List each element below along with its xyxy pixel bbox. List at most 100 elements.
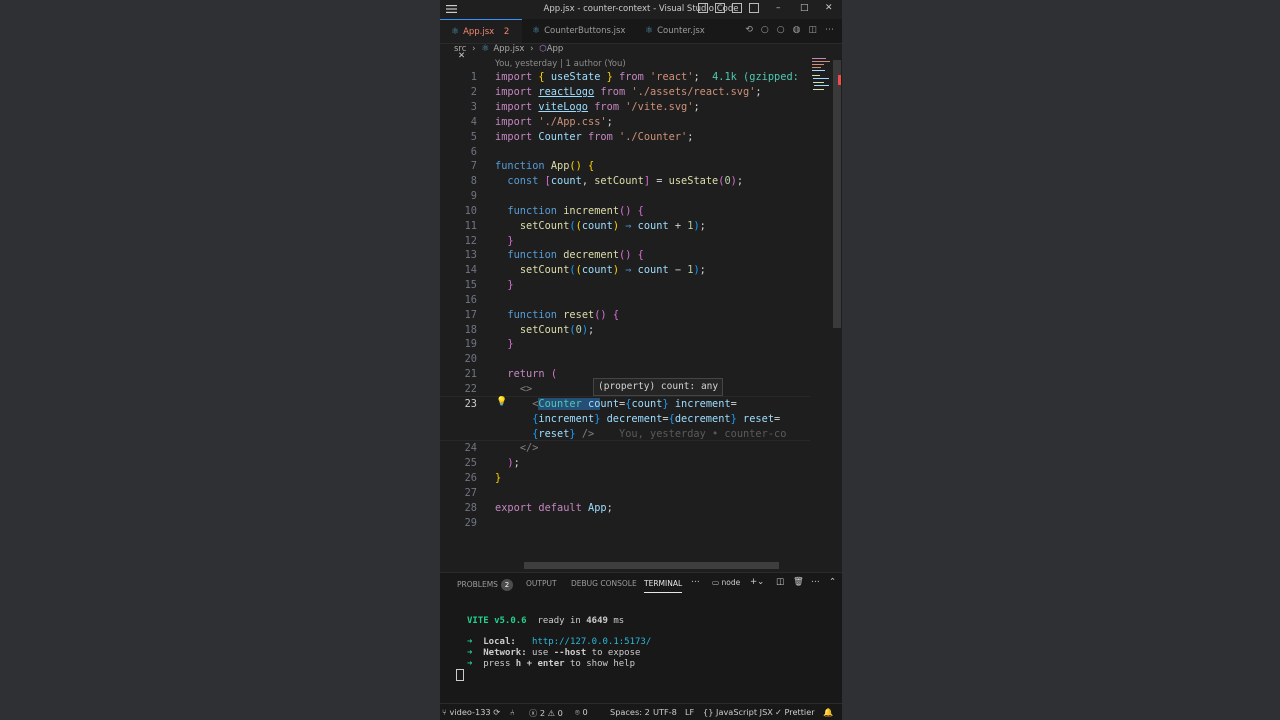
braces-icon: {} — [703, 707, 714, 717]
code-line: } — [507, 235, 514, 247]
ports-status[interactable]: ⌾ 0 — [575, 707, 588, 718]
line-number: 21 — [464, 368, 477, 380]
source-control-icon[interactable]: ◍ — [793, 25, 801, 35]
lightbulb-icon[interactable]: 💡 — [496, 397, 507, 407]
terminal-icon: ▭ — [712, 578, 720, 587]
code-line: } — [507, 279, 514, 291]
line-number: 27 — [464, 487, 477, 499]
eol-status[interactable]: LF — [685, 707, 694, 717]
maximize-panel-icon[interactable]: ⌃ — [829, 577, 836, 587]
line-number: 17 — [464, 309, 477, 321]
line-number: 3 — [470, 101, 477, 113]
terminal-line: VITE v5.0.6 ready in 4649 ms — [467, 616, 625, 626]
encoding-status[interactable]: UTF-8 — [653, 707, 677, 717]
line-number: 19 — [464, 338, 477, 350]
terminal-selector[interactable]: ▭ node — [712, 578, 740, 587]
horizontal-scrollbar[interactable] — [524, 562, 779, 569]
customize-layout-icon[interactable] — [749, 3, 759, 13]
codelens-blame[interactable]: You, yesterday | 1 author (You) — [495, 59, 626, 69]
more-actions-icon[interactable]: ⋯ — [825, 25, 834, 35]
code-line: <> — [519, 383, 533, 395]
code-line: function App() { — [495, 160, 595, 172]
git-graph-icon[interactable]: ⑃ — [510, 707, 515, 717]
line-number: 26 — [464, 472, 477, 484]
tab-counter-jsx[interactable]: ⚛ Counter.jsx — [645, 19, 705, 43]
terminal-line: ➜ press h + enter to show help — [467, 659, 636, 669]
line-number: 1 — [470, 71, 477, 83]
go-back-icon[interactable]: ○ — [761, 25, 769, 35]
code-editor[interactable]: 1 2 3 4 5 6 7 8 9 10 11 12 13 14 15 16 1… — [440, 70, 810, 562]
tab-debug-console[interactable]: DEBUG CONSOLE — [571, 579, 637, 588]
sync-icon: ⟳ — [493, 707, 501, 717]
code-line: import Counter from './Counter'; — [495, 131, 694, 143]
bell-icon[interactable]: 🔔 — [823, 707, 833, 718]
error-icon: ⓧ — [529, 708, 538, 718]
code-line: function increment() { — [507, 205, 644, 217]
line-number: 6 — [470, 146, 477, 158]
split-terminal-icon[interactable]: ◫ — [776, 577, 784, 587]
react-icon: ⚛ — [451, 27, 460, 37]
terminal-cursor — [456, 669, 464, 681]
toggle-panel-icon[interactable] — [715, 3, 725, 13]
language-status[interactable]: {} JavaScript JSX — [703, 707, 773, 717]
split-editor-icon[interactable]: ◫ — [808, 25, 817, 35]
code-line: function reset() { — [507, 309, 620, 321]
chevron-right-icon: › — [530, 44, 534, 54]
problems-status[interactable]: ⓧ 2 ⚠ 0 — [529, 707, 563, 719]
line-number: 18 — [464, 324, 477, 336]
branch-status[interactable]: ⑂ video-133 ⟳ — [442, 707, 500, 717]
toggle-secondary-sidebar-icon[interactable] — [732, 3, 742, 13]
code-line: ); — [507, 457, 520, 469]
symbol-cube-icon: ⬡ — [539, 44, 547, 54]
go-forward-icon[interactable]: ○ — [777, 25, 785, 35]
chevron-right-icon: › — [472, 44, 476, 54]
breadcrumb: src › ⚛ App.jsx › ⬡App — [454, 44, 563, 54]
more-icon[interactable]: ⋯ — [691, 577, 700, 587]
new-terminal-icon[interactable]: +⌄ — [750, 577, 764, 587]
tab-counterbuttons-jsx[interactable]: ⚛ CounterButtons.jsx — [532, 19, 625, 43]
breadcrumb-symbol[interactable]: App — [547, 44, 564, 54]
maximize-icon[interactable]: □ — [800, 3, 809, 13]
code-line: return ( — [507, 368, 558, 380]
line-number: 22 — [464, 383, 477, 395]
code-line: </> — [519, 442, 539, 454]
minimize-icon[interactable]: – — [776, 3, 781, 13]
code-line: setCount((count) ⇒ count − 1); — [519, 264, 706, 276]
broadcast-icon: ⌾ — [575, 707, 580, 717]
line-number: 25 — [464, 457, 477, 469]
code-line: function decrement() { — [507, 249, 644, 261]
line-number: 13 — [464, 249, 477, 261]
timeline-icon[interactable]: ⟲ — [745, 25, 753, 35]
error-marker — [838, 75, 841, 85]
editor-tabs: ⚛ App.jsx 2 ✕ ⚛ CounterButtons.jsx ⚛ Counte… — [440, 19, 842, 61]
indentation-status[interactable]: Spaces: 2 — [610, 707, 650, 717]
tab-problems[interactable]: PROBLEMS 2 — [457, 579, 513, 591]
local-url-link[interactable]: http://127.0.0.1:5173/ — [532, 637, 651, 647]
check-icon: ✓ — [775, 707, 782, 717]
status-bar: ⑂ video-133 ⟳ ⑃ ⓧ 2 ⚠ 0 ⌾ 0 Spaces: 2 UT… — [440, 703, 842, 720]
line-number: 15 — [464, 279, 477, 291]
react-icon: ⚛ — [532, 26, 541, 36]
react-icon: ⚛ — [481, 44, 490, 54]
breadcrumb-folder[interactable]: src — [454, 44, 466, 54]
tab-output[interactable]: OUTPUT — [526, 579, 557, 588]
toggle-sidebar-icon[interactable] — [698, 3, 708, 13]
panel-more-icon[interactable]: ⋯ — [811, 577, 820, 587]
code-line: export default App; — [495, 502, 613, 514]
line-number: 5 — [470, 131, 477, 143]
vertical-scrollbar[interactable] — [833, 60, 841, 328]
tab-app-jsx[interactable]: ⚛ App.jsx 2 ✕ — [440, 19, 522, 61]
breadcrumb-file[interactable]: App.jsx — [493, 44, 524, 54]
hover-tooltip: (property) count: any — [593, 378, 724, 396]
tab-terminal[interactable]: TERMINAL — [644, 579, 683, 593]
line-number: 23 — [464, 398, 477, 410]
code-line: {increment} decrement={decrement} reset= — [532, 413, 781, 425]
prettier-status[interactable]: ✓ Prettier — [775, 707, 815, 717]
trash-icon[interactable]: 🗑 — [793, 577, 804, 587]
close-icon[interactable]: ✕ — [825, 3, 833, 13]
line-number: 20 — [464, 353, 477, 365]
terminal-line: ➜ Network: use --host to expose — [467, 648, 641, 658]
title-bar: App.jsx - counter-context - Visual Studi… — [440, 0, 842, 19]
code-line: import './App.css'; — [495, 116, 613, 128]
line-number: 12 — [464, 235, 477, 247]
